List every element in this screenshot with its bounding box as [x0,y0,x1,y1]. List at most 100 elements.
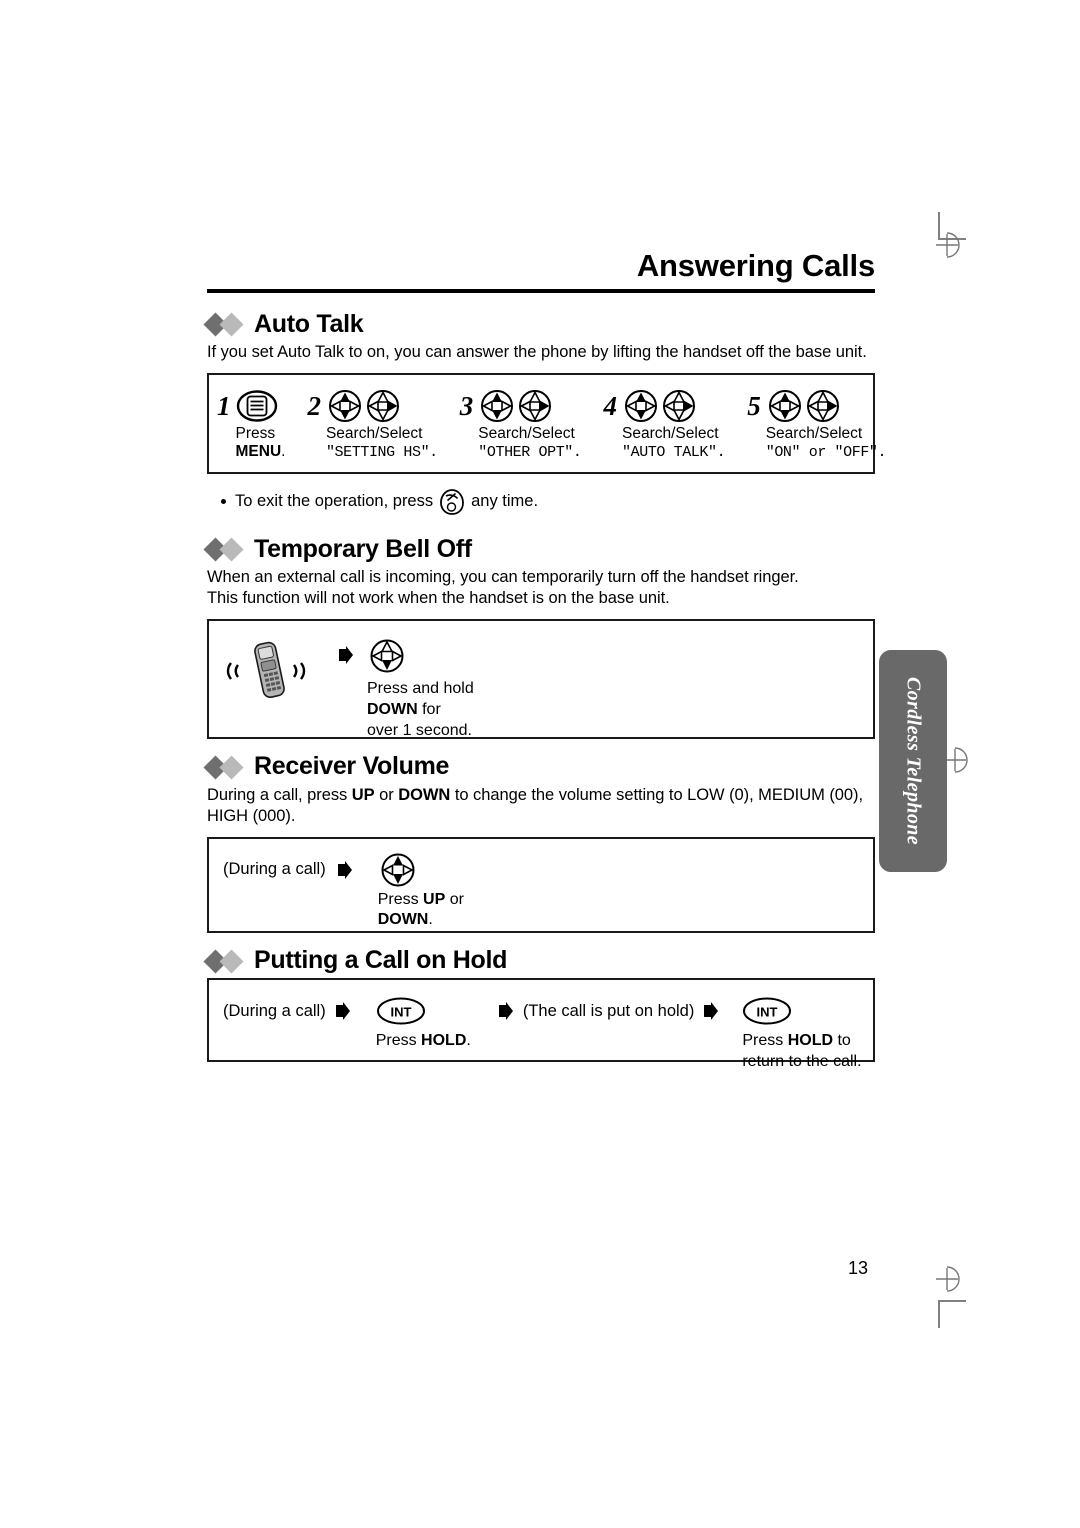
step-3-line1: Search/Select [478,425,575,443]
step-2-line1: Search/Select [325,425,423,443]
title-rule [207,288,875,293]
section-title-putting-a-call-on-hold: Putting a Call on Hold [254,945,508,974]
rv-step-label: (During a call) [223,860,326,879]
page-content: Answering Calls Auto Talk If you set Aut… [203,248,887,1076]
side-tab-label: Cordless Telephone [902,676,925,846]
bell-off-caption-line1: Press and hold [367,680,474,698]
rv-caption-pre: Press [377,890,424,908]
rv-key-up: UP [351,785,375,804]
step-1-key: MENU [235,443,282,461]
section-body-auto-talk: If you set Auto Talk to on, you can answ… [207,343,867,362]
diagram-receiver-volume: (During a call) Press UP or DOWN. [207,836,875,933]
step-5-number: 5 [747,391,761,422]
step-2: 2 Search/Select "SETTING HS". [307,387,438,461]
step-1-number: 1 [217,391,231,422]
page-title: Answering Calls [636,248,875,283]
step-5-line1: Search/Select [765,425,863,443]
menu-button-icon [236,389,278,423]
off-button-icon [439,488,465,516]
hold-step2-tail: . [466,1032,471,1050]
diamond-bullet-icon [203,537,253,562]
step-4-line1: Search/Select [622,425,719,443]
step-1-line1: Press [235,425,276,443]
int-button-icon: INT [742,994,861,1028]
exit-note-text-post: any time. [471,492,539,511]
hold-step3-label: (The call is put on hold) [522,1001,695,1020]
section-title-temporary-bell-off: Temporary Bell Off [254,534,472,563]
registration-mark-bottom [930,1262,964,1296]
navigator-down-icon [367,637,407,675]
diagram-temporary-bell-off: Press and hold DOWN for over 1 second. [207,619,875,741]
step-4-number: 4 [603,391,618,422]
bell-off-caption-line2-tail: for [417,701,441,719]
section-heading-putting-a-call-on-hold: Putting a Call on Hold [203,945,875,975]
bell-off-caption: Press and hold DOWN for over 1 second. [367,679,474,741]
step-3-label: Search/Select "OTHER OPT". [478,425,582,462]
rv-caption-down: DOWN [377,911,429,929]
arrow-right-icon [337,637,355,665]
section-heading-receiver-volume: Receiver Volume [203,752,875,781]
section-title-auto-talk: Auto Talk [254,309,364,338]
step-3-number: 3 [459,391,474,422]
section-heading-temporary-bell-off: Temporary Bell Off [203,534,875,564]
step-1-tail: . [281,443,286,461]
diagram-auto-talk-steps: 1 Press MENU. 2 Search/Select "SETTING H… [207,373,887,474]
rv-caption-mid: or [445,890,464,908]
hold-step4-tail: to [833,1032,851,1050]
step-4-label: Search/Select "AUTO TALK". [622,425,726,462]
rv-caption: Press UP or DOWN. [378,890,464,931]
step-3: 3 Search/Select "OTHER OPT". [460,387,582,461]
section-body-temporary-bell-off: When an external call is incoming, you c… [207,567,875,609]
page-number: 13 [848,1258,869,1278]
bullet-dot-icon [221,499,226,505]
navigator-up-down-right-icon [622,387,725,425]
hold-step2-key: HOLD [421,1032,467,1050]
step-2-number: 2 [307,391,321,422]
bell-off-body-line1: When an external call is incoming, you c… [207,568,799,587]
ringing-handset-icon [223,637,315,701]
svg-text:INT: INT [390,1005,411,1020]
step-5-display-text: "ON" or "OFF". [765,444,887,462]
section-title-receiver-volume: Receiver Volume [254,752,450,781]
arrow-right-icon [336,853,354,887]
section-heading-auto-talk: Auto Talk [203,309,875,339]
hold-step4-key: HOLD [787,1032,834,1050]
rv-caption-tail: . [428,911,433,929]
arrow-right-icon [334,994,352,1028]
int-button-icon: INT [376,994,471,1028]
step-5: 5 Search/Select "ON" or "OFF". [747,387,887,462]
step-5-label: Search/Select "ON" or "OFF". [765,425,887,462]
section-body-receiver-volume: During a call, press UP or DOWN to chang… [207,785,875,827]
bell-off-caption-key: DOWN [367,701,418,719]
navigator-up-down-right-icon [766,387,886,425]
rv-caption-up: UP [423,890,446,908]
exit-note: To exit the operation, press any time. [221,488,875,516]
hold-step4-caption: Press HOLD to return to the call. [742,1031,861,1072]
navigator-up-down-icon [378,853,464,887]
step-4-display-text: "AUTO TALK". [622,444,726,462]
hold-step1-label: (During a call) [223,1001,326,1020]
hold-step4-line2: return to the call. [742,1052,862,1070]
arrow-right-icon [497,994,515,1028]
navigator-up-down-right-icon [326,387,438,425]
rv-body-pre: During a call, press [207,785,352,804]
diamond-bullet-icon [203,949,253,974]
svg-text:INT: INT [757,1005,778,1020]
step-3-display-text: "OTHER OPT". [478,444,582,462]
arrow-right-icon [702,994,720,1028]
rv-body-mid: or [374,785,399,804]
step-2-label: Search/Select "SETTING HS". [326,425,438,461]
diamond-bullet-icon [203,755,253,780]
hold-step4-pre: Press [742,1032,788,1050]
side-tab-cordless-telephone: Cordless Telephone [879,650,947,872]
registration-mark-top [930,228,964,262]
crop-mark-bottom-right [938,1300,966,1328]
step-2-display-text: "SETTING HS". [325,444,438,462]
navigator-up-down-right-icon [478,387,581,425]
step-4: 4 Search/Select "AUTO TALK". [604,387,726,461]
exit-note-text-pre: To exit the operation, press [235,492,434,511]
rv-key-down: DOWN [398,785,451,804]
hold-step2-pre: Press [375,1032,422,1050]
bell-off-caption-line3: over 1 second. [367,721,472,739]
hold-step2-caption: Press HOLD. [376,1031,471,1051]
